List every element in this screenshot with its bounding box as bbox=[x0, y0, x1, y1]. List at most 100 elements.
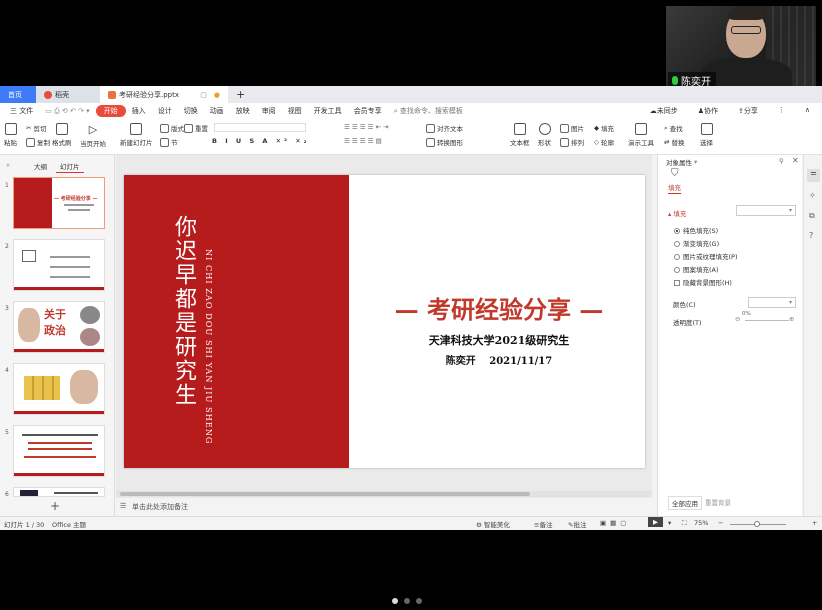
menu-review[interactable]: 审阅 bbox=[256, 106, 282, 116]
new-tab-button[interactable]: + bbox=[228, 86, 253, 103]
menu-transition[interactable]: 切换 bbox=[178, 106, 204, 116]
section-button[interactable]: 节 bbox=[160, 137, 178, 147]
alignment-buttons[interactable]: ☰ ☰ ☰ ☰ ▤ bbox=[344, 137, 382, 145]
fill-type-select[interactable]: ▾ bbox=[736, 205, 796, 216]
sync-button[interactable]: ☁未同步 bbox=[644, 106, 684, 116]
align-text-button[interactable]: 对齐文本 bbox=[426, 123, 463, 133]
format-painter-button[interactable]: 格式刷 bbox=[52, 123, 72, 147]
menu-developer[interactable]: 开发工具 bbox=[308, 106, 348, 116]
collapse-ribbon-icon[interactable]: ∧ bbox=[799, 106, 816, 116]
copy-button[interactable]: 复制 bbox=[26, 137, 50, 147]
slide-thumb-1[interactable]: — 考研经验分享 — bbox=[13, 177, 105, 229]
transparency-slider[interactable] bbox=[745, 320, 789, 321]
paste-button[interactable]: 粘贴 bbox=[4, 123, 17, 147]
collaborate-button[interactable]: ♟协作 bbox=[692, 106, 724, 116]
tab-window-icon[interactable]: ▢ bbox=[200, 91, 207, 99]
close-icon[interactable]: ✕ bbox=[792, 156, 799, 165]
notes-toggle-button[interactable]: ≡备注 bbox=[534, 519, 552, 529]
horizontal-scrollbar[interactable] bbox=[116, 491, 652, 497]
page-dot[interactable] bbox=[416, 598, 422, 604]
zoom-slider-thumb[interactable] bbox=[754, 521, 760, 527]
share-button[interactable]: ⇪分享 bbox=[732, 106, 764, 116]
page-dot-active[interactable] bbox=[392, 598, 398, 604]
menu-slideshow[interactable]: 放映 bbox=[230, 106, 256, 116]
slide-thumb-6[interactable] bbox=[13, 487, 105, 497]
slide-thumb-5[interactable] bbox=[13, 425, 105, 477]
menu-start[interactable]: 开始 bbox=[95, 105, 126, 117]
file-menu[interactable]: 三 文件 bbox=[4, 106, 39, 116]
collapse-pane-icon[interactable]: « bbox=[2, 160, 14, 170]
fill-option-pattern[interactable]: 图案填充(A) bbox=[674, 264, 719, 274]
properties-header: 对象属性 bbox=[666, 159, 692, 167]
slide-thumb-2[interactable] bbox=[13, 239, 105, 291]
tab-fill[interactable]: 填充 bbox=[668, 182, 681, 194]
notes-bar[interactable]: ☰ 单击此处添加备注 bbox=[116, 498, 652, 516]
arrange-button[interactable]: 排列 bbox=[560, 137, 584, 147]
fill-option-solid[interactable]: 纯色填充(S) bbox=[674, 225, 718, 235]
cut-button[interactable]: ✂ 剪切 bbox=[26, 123, 46, 133]
current-slide[interactable]: 你迟早都是研究生 NI CHI ZAO DOU SHI YAN JIU SHEN… bbox=[124, 175, 645, 468]
fit-window-icon[interactable]: ⛶ bbox=[682, 519, 687, 528]
tab-outline[interactable]: 大纲 bbox=[30, 160, 51, 172]
layers-icon[interactable]: ⧉ bbox=[809, 211, 815, 221]
paragraph-buttons[interactable]: ☰ ☰ ☰ ☰ ⇤ ⇥ bbox=[344, 123, 389, 131]
fill-option-gradient[interactable]: 渐变填充(G) bbox=[674, 238, 719, 248]
more-icon[interactable]: ⋮ bbox=[772, 106, 791, 116]
color-select[interactable]: ▾ bbox=[748, 297, 796, 308]
presenter-tools-button[interactable]: 演示工具 bbox=[628, 123, 654, 147]
font-style-buttons[interactable]: B I U S A ✕² ✕₂ bbox=[212, 137, 310, 145]
menu-design[interactable]: 设计 bbox=[152, 106, 178, 116]
pin-icon[interactable]: ⚲ bbox=[779, 157, 784, 165]
play-from-current-button[interactable]: ▷ 当页开始 bbox=[80, 123, 106, 148]
dropdown-icon[interactable]: ▾ bbox=[694, 158, 697, 166]
zoom-level[interactable]: 75% bbox=[694, 519, 708, 527]
help-icon[interactable]: ? bbox=[809, 231, 813, 240]
menu-insert[interactable]: 插入 bbox=[126, 106, 152, 116]
tab-home[interactable]: 首页 bbox=[0, 86, 36, 103]
quick-access-icons[interactable]: ▭ ⎙ ⟲ ↶ ↷ ▾ bbox=[39, 107, 95, 116]
menu-animation[interactable]: 动画 bbox=[204, 106, 230, 116]
fill-button[interactable]: ◆ 填充 bbox=[594, 123, 614, 133]
add-slide-button[interactable]: + bbox=[50, 499, 60, 513]
decrease-icon[interactable]: ⊖ bbox=[735, 315, 740, 323]
page-dot[interactable] bbox=[404, 598, 410, 604]
outline-button[interactable]: ◇ 轮廓 bbox=[594, 137, 614, 147]
hide-background-checkbox[interactable]: 隐藏背景图形(H) bbox=[674, 277, 732, 287]
command-search[interactable]: ⌕ 查找命令、搜索模板 bbox=[388, 106, 469, 116]
font-family-select[interactable] bbox=[214, 123, 306, 132]
slideshow-options-icon[interactable]: ▾ bbox=[668, 519, 671, 527]
increase-icon[interactable]: ⊕ bbox=[789, 315, 794, 323]
notes-placeholder: 单击此处添加备注 bbox=[132, 503, 188, 511]
zoom-out-icon[interactable]: − bbox=[718, 519, 723, 527]
fill-section-toggle[interactable]: ▴ 填充 bbox=[668, 208, 686, 218]
fill-option-picture[interactable]: 图片或纹理填充(P) bbox=[674, 251, 738, 261]
properties-toggle-icon[interactable]: ⚌ bbox=[807, 169, 820, 182]
select-button[interactable]: 选择 bbox=[700, 123, 713, 147]
apply-all-button[interactable]: 全部应用 bbox=[668, 496, 702, 510]
new-slide-button[interactable]: 新建幻灯片 bbox=[120, 123, 153, 147]
replace-button[interactable]: ⇄ 替换 bbox=[664, 137, 684, 147]
reset-button[interactable]: 重置 bbox=[184, 123, 208, 133]
reset-background-button[interactable]: 重置背景 bbox=[702, 496, 734, 508]
tab-presentation[interactable]: 考研经验分享.pptx ▢ ● bbox=[100, 86, 228, 103]
tab-docer[interactable]: 稻壳 bbox=[36, 86, 100, 103]
view-mode-buttons[interactable]: ▣▦▢ bbox=[600, 519, 630, 527]
tab-slides[interactable]: 幻灯片 bbox=[56, 160, 84, 173]
menu-view[interactable]: 视图 bbox=[282, 106, 308, 116]
menu-member[interactable]: 会员专享 bbox=[348, 106, 388, 116]
scroll-thumb[interactable] bbox=[120, 492, 530, 496]
comments-button[interactable]: ✎批注 bbox=[568, 519, 586, 529]
slide-thumb-3[interactable]: 关于 政治 bbox=[13, 301, 105, 353]
slide-thumb-4[interactable] bbox=[13, 363, 105, 415]
smart-beautify-button[interactable]: ⚙ 智能美化 bbox=[476, 519, 510, 529]
play-slideshow-button[interactable]: ▶ bbox=[648, 517, 663, 527]
textbox-button[interactable]: 文本框 bbox=[510, 123, 530, 147]
zoom-in-icon[interactable]: + bbox=[812, 519, 817, 527]
shape-button[interactable]: 形状 bbox=[538, 123, 551, 147]
find-button[interactable]: ⌕ 查找 bbox=[664, 123, 683, 134]
layout-button[interactable]: 版式 bbox=[160, 123, 184, 133]
convert-graphic-button[interactable]: 转换图形 bbox=[426, 137, 463, 147]
animation-icon[interactable]: ✧ bbox=[809, 191, 816, 200]
picture-button[interactable]: 图片 bbox=[560, 123, 584, 133]
slides-pane: « 大纲 幻灯片 1 — 考研经验分享 — 2 3 关于 政治 4 5 6 + bbox=[0, 155, 115, 516]
